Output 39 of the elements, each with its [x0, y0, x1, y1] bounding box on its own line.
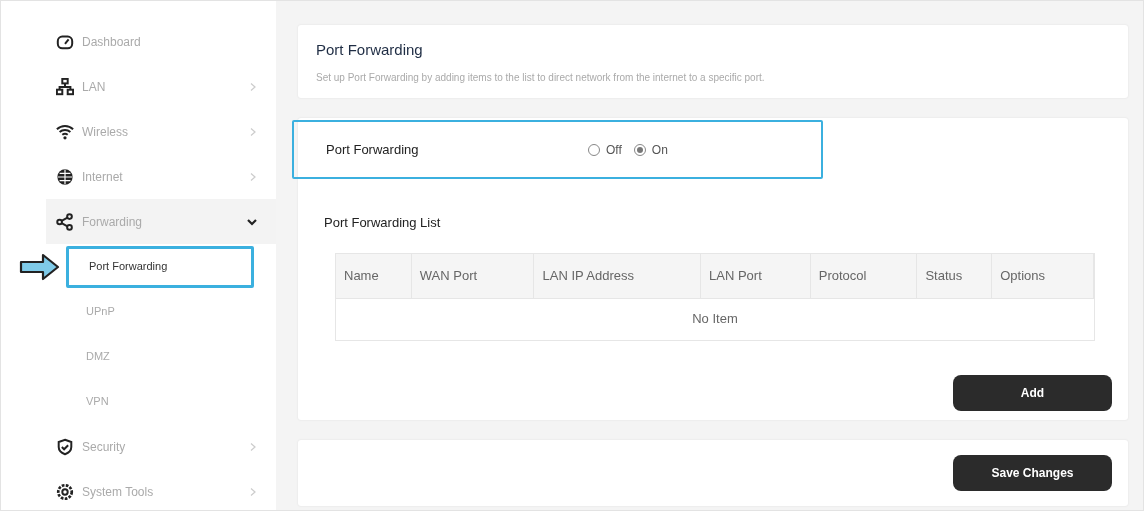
settings-icon [56, 482, 74, 501]
column-header: Protocol [810, 253, 918, 298]
sidebar-subitem[interactable]: VPN [66, 380, 254, 423]
column-header: Options [992, 253, 1094, 298]
globe-icon [56, 167, 74, 186]
sidebar-subitem[interactable]: Port Forwarding [66, 245, 254, 288]
sidebar-item[interactable]: Dashboard [46, 19, 276, 64]
arrow-right-icon [19, 252, 61, 282]
network-icon [56, 77, 74, 96]
chevron-right-icon [248, 81, 258, 92]
toggle-label: Port Forwarding [326, 140, 420, 159]
empty-message: No Item [692, 310, 738, 329]
column-header: Status [917, 253, 993, 298]
chevron-right-icon [248, 171, 258, 182]
wifi-icon [56, 122, 74, 141]
column-header: WAN Port [411, 253, 535, 298]
chevron-right-icon [248, 126, 258, 137]
sidebar-item[interactable]: Forwarding [46, 199, 276, 244]
sidebar-subitem[interactable]: UPnP [66, 290, 254, 333]
sidebar-item[interactable]: Security [46, 424, 276, 469]
chevron-right-icon [248, 486, 258, 497]
shield-icon [56, 437, 74, 456]
sidebar-item[interactable]: System Tools [46, 469, 276, 510]
page-description: Set up Port Forwarding by adding items to the list to direct network from the internet to a specific port. [316, 70, 766, 85]
save-button[interactable]: Save Changes [953, 455, 1112, 491]
chevron-right-icon [248, 441, 258, 452]
sidebar-item[interactable]: LAN [46, 64, 276, 109]
list-title: Port Forwarding List [324, 214, 442, 232]
page-title: Port Forwarding [316, 40, 424, 60]
column-header: Name [336, 253, 412, 298]
sidebar-item[interactable]: Wireless [46, 109, 276, 154]
column-header: LAN Port [701, 253, 811, 298]
radio-option[interactable]: Off [588, 140, 622, 159]
share-icon [56, 212, 74, 231]
column-header: LAN IP Address [534, 253, 701, 298]
add-button[interactable]: Add [953, 374, 1112, 411]
sidebar-item[interactable]: Internet [46, 154, 276, 199]
radio-option[interactable]: On [633, 140, 668, 159]
sidebar-subitem[interactable]: DMZ [66, 335, 254, 378]
